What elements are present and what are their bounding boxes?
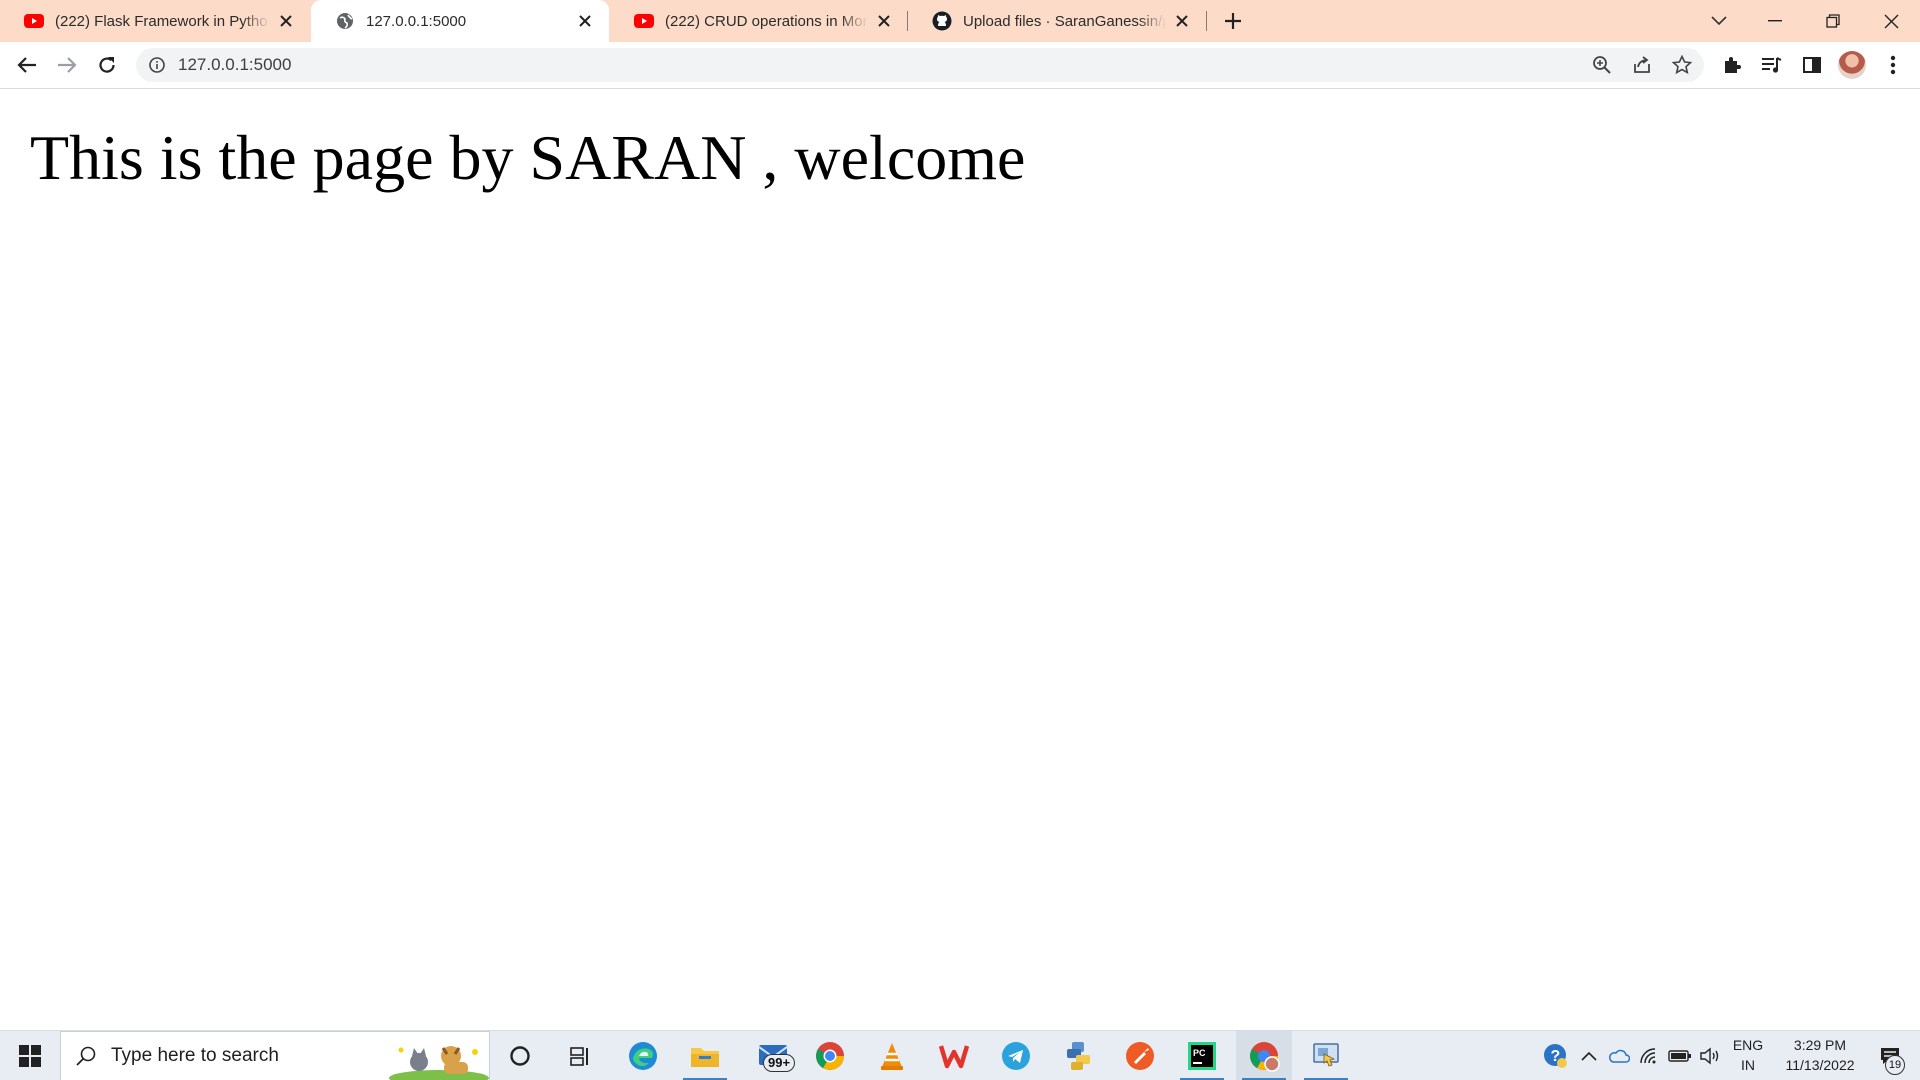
forward-button[interactable]	[51, 49, 83, 81]
page-content: This is the page by SARAN , welcome	[0, 89, 1920, 1030]
tab-strip: (222) Flask Framework in Python 127.0.0.…	[0, 0, 1920, 42]
clock[interactable]: 3:29 PM 11/13/2022	[1770, 1035, 1870, 1075]
start-button[interactable]	[0, 1031, 60, 1080]
extensions-icon[interactable]	[1719, 52, 1745, 78]
close-tab-icon[interactable]	[874, 11, 894, 31]
taskbar-chrome-profile[interactable]	[1236, 1031, 1292, 1080]
edge-icon	[629, 1042, 657, 1070]
chevron-up-icon[interactable]	[1576, 1031, 1602, 1080]
restore-icon	[1826, 14, 1840, 28]
back-button[interactable]	[11, 49, 43, 81]
battery-icon[interactable]	[1666, 1031, 1694, 1080]
taskbar-file-explorer[interactable]	[677, 1031, 733, 1080]
close-tab-icon[interactable]	[575, 11, 595, 31]
help-tray-icon[interactable]: ?	[1540, 1031, 1572, 1080]
address-bar[interactable]: 127.0.0.1:5000	[136, 48, 1704, 82]
tab-separator	[1206, 11, 1207, 31]
side-panel-icon[interactable]	[1799, 52, 1825, 78]
page-heading: This is the page by SARAN , welcome	[30, 122, 1026, 193]
taskbar-pycharm[interactable]: PC	[1174, 1031, 1230, 1080]
taskbar-python-idle[interactable]	[1050, 1031, 1106, 1080]
windows-logo-icon	[19, 1045, 41, 1067]
tab-title: Upload files · SaranGanessin/python	[963, 12, 1166, 30]
close-icon	[1884, 14, 1898, 28]
site-info-icon[interactable]	[148, 56, 166, 74]
search-placeholder: Type here to search	[111, 1045, 279, 1066]
youtube-icon	[24, 11, 44, 31]
folder-icon	[691, 1048, 719, 1067]
tab-flask-framework[interactable]: (222) Flask Framework in Python	[0, 0, 310, 42]
taskbar-search-box[interactable]: Type here to search	[60, 1031, 490, 1080]
wps-office-icon	[939, 1045, 969, 1069]
windows-taskbar: Type here to search 99+ PC ? ENG IN 3:29…	[0, 1030, 1920, 1080]
taskbar-postman[interactable]	[1112, 1031, 1168, 1080]
profile-avatar[interactable]	[1838, 51, 1866, 79]
media-control-icon[interactable]	[1759, 52, 1785, 78]
language-code: ENG	[1732, 1037, 1764, 1053]
bookmark-star-icon[interactable]	[1670, 53, 1694, 77]
cortana-icon	[510, 1046, 530, 1066]
github-icon	[932, 11, 952, 31]
share-icon[interactable]	[1630, 53, 1654, 77]
close-tab-icon[interactable]	[276, 11, 296, 31]
remote-desktop-icon	[1313, 1043, 1339, 1067]
chrome-profile-icon	[1250, 1042, 1280, 1072]
tab-localhost[interactable]: 127.0.0.1:5000	[311, 0, 609, 42]
input-language[interactable]: ENG IN	[1728, 1035, 1768, 1075]
tab-github-upload[interactable]: Upload files · SaranGanessin/python	[908, 0, 1206, 42]
tab-crud-mongodb[interactable]: (222) CRUD operations in MongoDB	[610, 0, 908, 42]
vlc-icon	[881, 1043, 903, 1070]
taskbar-mail[interactable]: 99+	[745, 1031, 805, 1080]
mail-badge: 99+	[763, 1054, 796, 1072]
minimize-button[interactable]	[1748, 0, 1802, 42]
chrome-icon	[816, 1042, 844, 1070]
telegram-icon	[1002, 1042, 1030, 1070]
browser-toolbar: 127.0.0.1:5000	[0, 42, 1920, 89]
postman-icon	[1126, 1042, 1154, 1070]
volume-icon[interactable]	[1696, 1031, 1724, 1080]
reload-icon	[99, 57, 115, 73]
taskbar-chrome[interactable]	[802, 1031, 858, 1080]
globe-icon	[335, 11, 355, 31]
chevron-down-icon	[1711, 16, 1727, 26]
cortana-button[interactable]	[492, 1031, 548, 1080]
tab-title: (222) Flask Framework in Python	[55, 12, 270, 30]
notification-count-badge: 19	[1885, 1055, 1905, 1075]
tab-title: 127.0.0.1:5000	[366, 12, 569, 30]
reload-button[interactable]	[91, 49, 123, 81]
clock-date: 11/13/2022	[1785, 1057, 1855, 1073]
taskbar-wps-office[interactable]	[926, 1031, 982, 1080]
pycharm-icon: PC	[1188, 1042, 1216, 1070]
youtube-icon	[634, 11, 654, 31]
taskbar-edge[interactable]	[615, 1031, 671, 1080]
tab-search-button[interactable]	[1692, 0, 1746, 42]
minimize-icon	[1768, 20, 1782, 22]
close-tab-icon[interactable]	[1172, 11, 1192, 31]
svg-text:PC: PC	[1193, 1048, 1206, 1058]
more-menu-icon[interactable]	[1880, 52, 1906, 78]
search-highlight-art	[389, 1046, 489, 1080]
task-view-button[interactable]	[552, 1031, 608, 1080]
clock-time: 3:29 PM	[1793, 1037, 1847, 1053]
region-code: IN	[1741, 1057, 1755, 1073]
onedrive-icon[interactable]	[1606, 1031, 1632, 1080]
arrow-right-icon	[58, 57, 77, 73]
wifi-icon[interactable]	[1636, 1031, 1662, 1080]
search-icon	[76, 1046, 96, 1066]
taskbar-vlc[interactable]	[864, 1031, 920, 1080]
url-text[interactable]: 127.0.0.1:5000	[178, 48, 291, 82]
task-view-icon	[570, 1047, 588, 1066]
tab-title: (222) CRUD operations in MongoDB	[665, 12, 868, 30]
zoom-icon[interactable]	[1590, 53, 1614, 77]
restore-button[interactable]	[1806, 0, 1860, 42]
arrow-left-icon	[17, 57, 36, 73]
taskbar-remote-desktop[interactable]	[1298, 1031, 1354, 1080]
close-window-button[interactable]	[1864, 0, 1918, 42]
taskbar-telegram[interactable]	[988, 1031, 1044, 1080]
new-tab-button[interactable]	[1220, 8, 1246, 34]
python-idle-icon	[1067, 1042, 1090, 1070]
